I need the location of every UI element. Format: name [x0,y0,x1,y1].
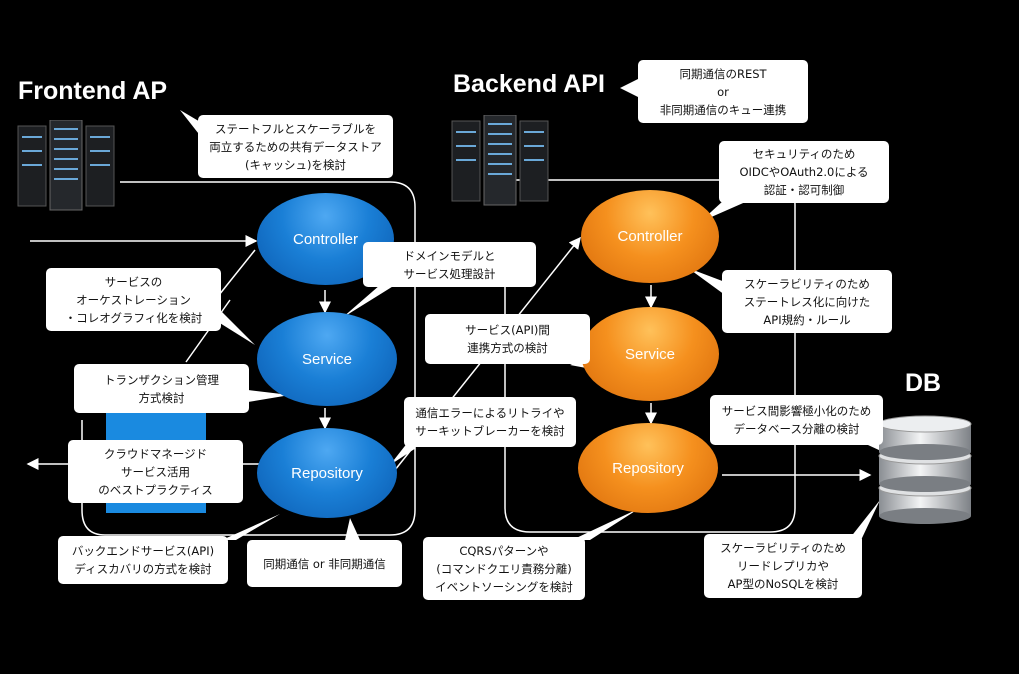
sync-async-note: 同期通信 or 非同期通信 [247,540,402,587]
transaction-note: トランザクション管理 方式検討 [74,364,249,413]
frontend-server-icon [16,119,116,212]
retry-note: 通信エラーによるリトライや サーキットブレーカーを検討 [404,397,576,447]
discovery-note: バックエンドサービス(API) ディスカバリの方式を検討 [58,536,228,584]
fe-cache-note: ステートフルとスケーラブルを 両立するための共有データストア (キャッシュ)を検討 [198,115,393,178]
cqrs-note: CQRSパターンや (コマンドクエリ責務分離) イベントソーシングを検討 [423,537,585,600]
backend-server-icon [450,114,550,207]
fe-repository-node: Repository [257,428,397,518]
read-replica-note: スケーラビリティのため リードレプリカや AP型のNoSQLを検討 [704,534,862,598]
backend-title: Backend API [453,70,605,98]
database-icon [875,412,975,524]
frontend-title: Frontend AP [18,77,168,105]
orchestration-note: サービスの オーケストレーション ・コレオグラフィ化を検討 [46,268,221,331]
backend-comm-note: 同期通信のREST or 非同期通信のキュー連携 [638,60,808,123]
be-repository-node: Repository [578,423,718,513]
stateless-note: スケーラビリティのため ステートレス化に向けた API規約・ルール [722,270,892,333]
db-split-note: サービス間影響極小化のため データベース分離の検討 [710,395,883,445]
be-controller-node: Controller [581,190,719,283]
fe-service-node: Service [257,312,397,406]
security-note: セキュリティのため OIDCやOAuth2.0による 認証・認可制御 [719,141,889,203]
domain-model-note: ドメインモデルと サービス処理設計 [363,242,536,287]
managed-service-note: クラウドマネージド サービス活用 のベストプラクティス [68,440,243,503]
db-title: DB [905,369,942,397]
api-integration-note: サービス(API)間 連携方式の検討 [425,314,590,364]
be-service-node: Service [581,307,719,401]
